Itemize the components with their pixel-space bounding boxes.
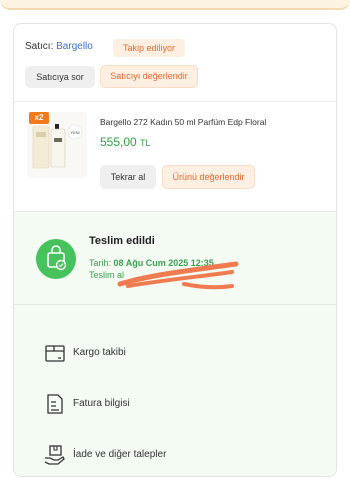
buy-again-button[interactable]: Tekrar al bbox=[100, 165, 156, 189]
product-price: 555,00 TL bbox=[100, 135, 151, 149]
price-currency: TL bbox=[140, 138, 151, 148]
rate-seller-button[interactable]: Satıcıyı değerlendir bbox=[100, 65, 198, 88]
delivery-section: Teslim edildi Tarih: 08 Ağu Cum 2025 12:… bbox=[14, 212, 336, 476]
delivery-status-title: Teslim edildi bbox=[89, 235, 155, 247]
return-hand-icon bbox=[44, 445, 65, 465]
menu-label-cargo: Kargo takibi bbox=[73, 347, 126, 358]
menu-label-invoice: Fatura bilgisi bbox=[73, 398, 130, 409]
redaction-scribble bbox=[117, 261, 239, 290]
order-card: Satıcı: Bargello Takip ediliyor Satıcıya… bbox=[13, 23, 337, 477]
delivery-date-label: Tarih: bbox=[89, 258, 112, 268]
follow-status-button[interactable]: Takip ediliyor bbox=[113, 39, 186, 57]
product-name[interactable]: Bargello 272 Kadın 50 ml Parfüm Edp Flor… bbox=[100, 117, 266, 127]
menu-item-returns[interactable]: İade ve diğer talepler bbox=[14, 436, 336, 476]
seller-label: Satıcı: bbox=[25, 41, 54, 52]
seller-name-link[interactable]: Bargello bbox=[56, 41, 93, 52]
seller-row: Satıcı: Bargello bbox=[25, 41, 93, 52]
invoice-icon bbox=[47, 394, 63, 414]
seller-section: Satıcı: Bargello Takip ediliyor Satıcıya… bbox=[14, 24, 336, 102]
price-value: 555,00 bbox=[100, 135, 137, 149]
quantity-badge: x2 bbox=[29, 112, 49, 124]
menu-label-returns: İade ve diğer talepler bbox=[73, 449, 167, 460]
menu-item-invoice[interactable]: Fatura bilgisi bbox=[14, 385, 336, 425]
ask-seller-button[interactable]: Satıcıya sor bbox=[25, 66, 95, 88]
svg-text:YENİ: YENİ bbox=[70, 130, 79, 135]
package-icon bbox=[45, 345, 65, 362]
delivered-bag-icon bbox=[36, 239, 76, 279]
menu-item-cargo-tracking[interactable]: Kargo takibi bbox=[14, 334, 336, 374]
section-divider bbox=[14, 304, 336, 305]
rate-product-button[interactable]: Ürünü değerlendir bbox=[162, 165, 255, 189]
top-banner bbox=[0, 0, 350, 10]
product-section: YENİ x2 Bargello 272 Kadın 50 ml Parfüm … bbox=[14, 102, 336, 212]
